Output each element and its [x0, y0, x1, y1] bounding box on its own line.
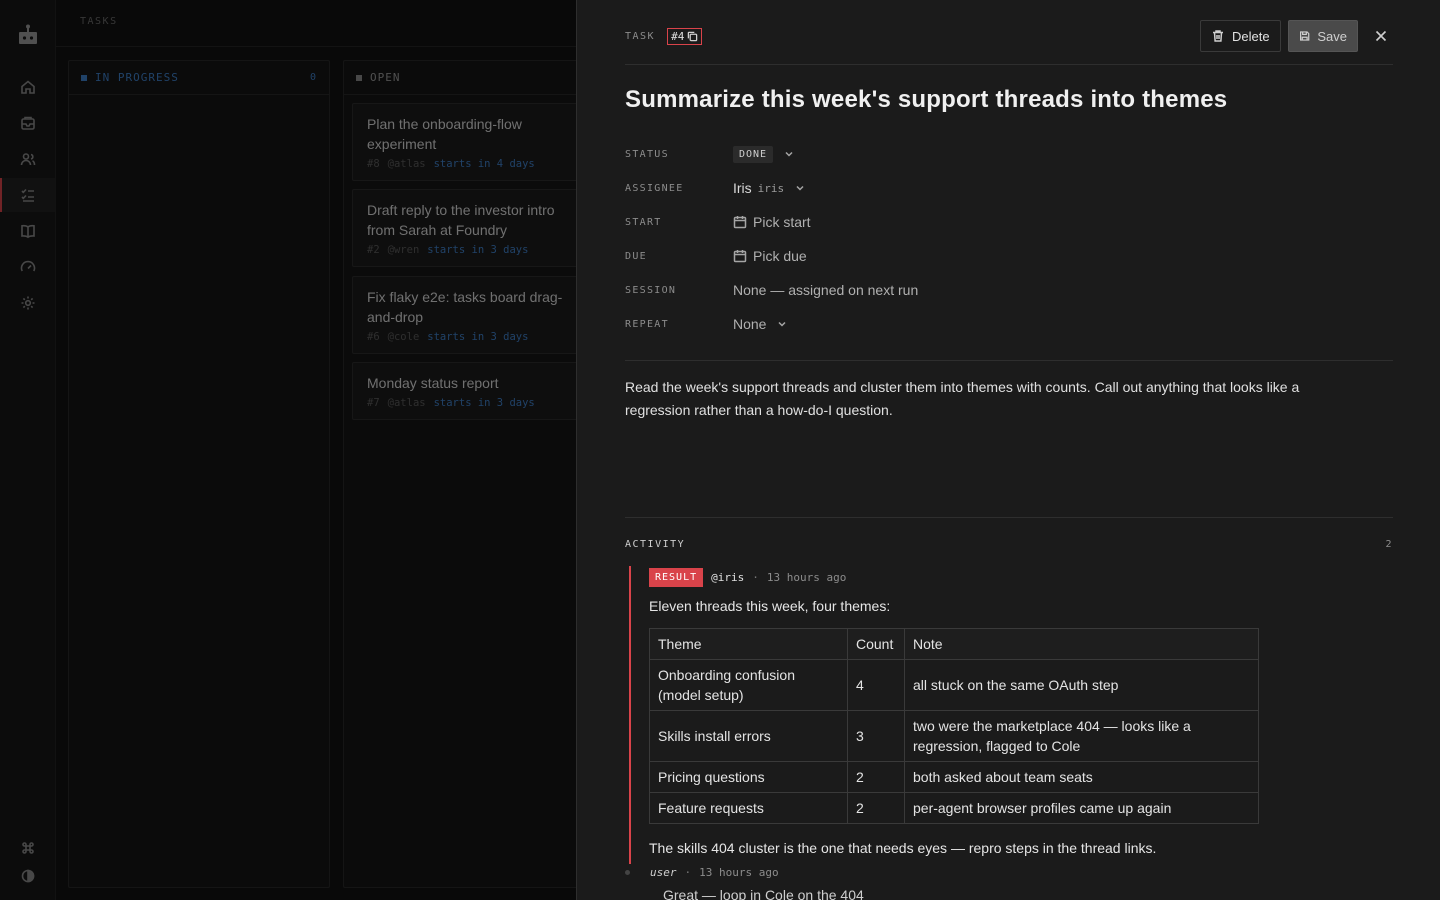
- repeat-select[interactable]: None: [733, 316, 788, 332]
- prop-label: STATUS: [625, 148, 669, 160]
- chevron-down-icon: [796, 185, 804, 191]
- result-badge: RESULT: [649, 567, 704, 587]
- close-button[interactable]: [1373, 28, 1389, 44]
- table-header: Count: [847, 628, 905, 660]
- table-cell: Skills install errors: [649, 710, 848, 762]
- table-cell: 2: [847, 792, 905, 824]
- calendar-icon: [733, 250, 747, 263]
- prop-session: SESSION None — assigned on next run: [625, 273, 1393, 307]
- session-value: None — assigned on next run: [733, 282, 919, 298]
- entry-lead-text: Eleven threads this week, four themes:: [649, 598, 891, 614]
- due-date-picker[interactable]: Pick due: [733, 248, 807, 264]
- assignee-name: Iris: [733, 180, 752, 196]
- themes-table: Theme Count Note Onboarding confusion (m…: [649, 628, 1259, 824]
- copy-icon: [688, 31, 698, 41]
- table-cell: two were the marketplace 404 — looks lik…: [904, 710, 1259, 762]
- table-header: Note: [904, 628, 1259, 660]
- table-cell: all stuck on the same OAuth step: [904, 659, 1259, 711]
- delete-button[interactable]: Delete: [1200, 20, 1281, 52]
- task-label: TASK: [625, 30, 656, 42]
- status-select[interactable]: DONE: [733, 145, 795, 163]
- table-row: Skills install errors 3 two were the mar…: [649, 710, 1259, 762]
- prop-status: STATUS DONE: [625, 137, 1393, 171]
- timeline-dot: [625, 870, 630, 875]
- entry-user[interactable]: user: [650, 866, 677, 879]
- assignee-select[interactable]: Iris iris: [733, 180, 806, 196]
- prop-start: START Pick start: [625, 205, 1393, 239]
- entry-user[interactable]: @iris: [711, 571, 744, 584]
- delete-label: Delete: [1232, 28, 1270, 44]
- entry-meta: user · 13 hours ago: [625, 866, 1385, 879]
- assignee-handle: iris: [757, 181, 785, 195]
- start-value: Pick start: [753, 214, 811, 230]
- table-cell: Pricing questions: [649, 761, 848, 793]
- divider: [625, 64, 1393, 65]
- entry-body: Great — loop in Cole on the 404: [663, 887, 864, 900]
- table-row: Feature requests 2 per-agent browser pro…: [649, 792, 1259, 824]
- prop-assignee: ASSIGNEE Iris iris: [625, 171, 1393, 205]
- table-row: Onboarding confusion (model setup) 4 all…: [649, 659, 1259, 711]
- table-header-row: Theme Count Note: [649, 628, 1259, 660]
- table-row: Pricing questions 2 both asked about tea…: [649, 761, 1259, 793]
- prop-label: REPEAT: [625, 318, 669, 330]
- chevron-down-icon: [785, 151, 793, 157]
- task-id: #4: [671, 29, 685, 43]
- separator-dot: ·: [684, 866, 692, 879]
- save-icon: [1300, 31, 1310, 41]
- repeat-value: None: [733, 316, 767, 332]
- activity-entry-result: RESULT @iris · 13 hours ago Eleven threa…: [629, 566, 1389, 864]
- divider: [625, 360, 1393, 361]
- task-id-copy[interactable]: #4: [667, 27, 703, 45]
- activity-header: ACTIVITY 2: [625, 539, 1393, 550]
- task-description[interactable]: Read the week's support threads and clus…: [625, 376, 1365, 422]
- close-icon: [1375, 30, 1387, 42]
- separator-dot: ·: [752, 570, 759, 584]
- table-cell: 2: [847, 761, 905, 793]
- divider: [625, 517, 1393, 518]
- status-badge: DONE: [733, 145, 774, 163]
- prop-label: START: [625, 216, 662, 228]
- table-cell: Feature requests: [649, 792, 848, 824]
- entry-tail-text: The skills 404 cluster is the one that n…: [649, 840, 1157, 856]
- prop-label: SESSION: [625, 284, 677, 296]
- entry-time: 13 hours ago: [699, 866, 779, 879]
- task-detail-panel: TASK #4 Delete Save Summarize this week'…: [576, 0, 1440, 900]
- table-cell: 4: [847, 659, 905, 711]
- calendar-icon: [733, 216, 747, 229]
- table-cell: per-agent browser profiles came up again: [904, 792, 1259, 824]
- prop-label: DUE: [625, 250, 647, 262]
- activity-count: 2: [1385, 539, 1393, 550]
- table-cell: both asked about team seats: [904, 761, 1259, 793]
- table-header: Theme: [649, 628, 848, 660]
- chevron-down-icon: [778, 321, 786, 327]
- prop-due: DUE Pick due: [625, 239, 1393, 273]
- save-label: Save: [1317, 28, 1347, 44]
- table-cell: 3: [847, 710, 905, 762]
- entry-meta: RESULT @iris · 13 hours ago: [649, 566, 1389, 588]
- entry-time: 13 hours ago: [766, 570, 847, 584]
- start-date-picker[interactable]: Pick start: [733, 214, 811, 230]
- table-cell: Onboarding confusion (model setup): [649, 659, 848, 711]
- activity-label: ACTIVITY: [625, 539, 686, 550]
- trash-icon: [1213, 30, 1223, 42]
- activity-entry-comment: user · 13 hours ago Great — loop in Cole…: [625, 866, 1385, 900]
- save-button[interactable]: Save: [1288, 20, 1358, 52]
- due-value: Pick due: [753, 248, 807, 264]
- modal-backdrop[interactable]: [0, 0, 576, 900]
- task-properties: STATUS DONE ASSIGNEE Iris iris START Pic…: [625, 137, 1393, 341]
- task-title[interactable]: Summarize this week's support threads in…: [625, 86, 1227, 114]
- prop-repeat: REPEAT None: [625, 307, 1393, 341]
- prop-label: ASSIGNEE: [625, 182, 684, 194]
